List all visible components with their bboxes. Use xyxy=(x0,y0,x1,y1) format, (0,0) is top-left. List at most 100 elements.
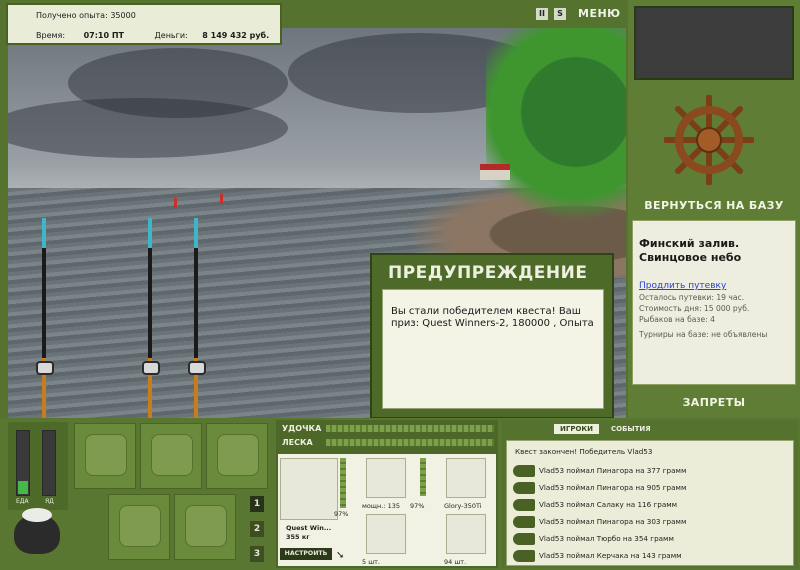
trees xyxy=(486,28,626,238)
lure-name: Glory-350Ti xyxy=(444,502,482,510)
bait-icon[interactable] xyxy=(446,514,486,554)
tackle-panel: УДОЧКА ЛЕСКА 97% Quest Win... 355 кг НАС… xyxy=(276,420,498,568)
warning-title: ПРЕДУПРЕЖДЕНИЕ xyxy=(388,263,588,283)
time-money-row: Время: 07:10 ПТ Деньги: 8 149 432 руб. xyxy=(36,31,269,40)
buoy xyxy=(220,194,223,204)
hotbar-2[interactable]: 2 xyxy=(250,521,264,537)
fish-icon xyxy=(513,465,535,477)
log-line: Квест закончен! Победитель Vlad53 xyxy=(515,447,653,456)
food-level xyxy=(18,481,28,494)
log-line: Vlad53 поймал Пинагора на 377 грамм xyxy=(539,466,687,475)
rod-strength-bar xyxy=(326,425,494,432)
rod-label: УДОЧКА xyxy=(282,424,322,433)
bag-icon xyxy=(151,434,193,476)
experience-value: 35000 xyxy=(110,11,136,20)
lure-icon[interactable] xyxy=(446,458,486,498)
time-label: Время: xyxy=(36,31,66,40)
poison-label: ЯД xyxy=(45,498,54,505)
bait-count: 94 шт. xyxy=(444,558,467,566)
poison-gauge xyxy=(42,430,56,496)
slot-bag[interactable] xyxy=(140,423,202,489)
cloud xyxy=(8,98,288,158)
log-line: Vlad53 поймал Керчака на 143 грамм xyxy=(539,551,682,560)
buoy xyxy=(174,198,177,208)
fish-icon xyxy=(513,550,535,562)
slot-food-basket[interactable] xyxy=(108,494,170,560)
hook-count: 5 шт. xyxy=(362,558,381,566)
hook-icon[interactable] xyxy=(366,514,406,554)
extend-permit-link[interactable]: Продлить путевку xyxy=(639,281,789,291)
fish-icon xyxy=(513,516,535,528)
line-label: ЛЕСКА xyxy=(282,438,313,447)
money-value: 8 149 432 руб. xyxy=(202,31,270,40)
hotbar-3[interactable]: 3 xyxy=(250,546,264,562)
reel-icon xyxy=(36,361,54,375)
setup-button[interactable]: НАСТРОИТЬ xyxy=(280,548,332,560)
rod-percent: 97% xyxy=(334,510,349,518)
food-label: ЕДА xyxy=(16,498,29,505)
fishing-rod-3[interactable] xyxy=(194,218,198,418)
log-line: Vlad53 поймал Тюрбо на 354 грамм xyxy=(539,534,674,543)
fish-icon xyxy=(513,533,535,545)
top-buttons: II S МЕНЮ xyxy=(536,7,621,20)
menu-button[interactable]: МЕНЮ xyxy=(578,7,621,20)
fishing-rod-1[interactable] xyxy=(42,218,46,418)
bans-button[interactable]: ЗАПРЕТЫ xyxy=(638,396,790,409)
tools-icon xyxy=(217,434,259,476)
rod-condition-bar xyxy=(340,458,346,508)
warning-message: Вы стали победителем квеста! Ваш приз: Q… xyxy=(382,289,604,409)
log-tabs: ИГРОКИ СОБЫТИЯ xyxy=(554,424,657,434)
log-line: Vlad53 поймал Пинагора на 303 грамм xyxy=(539,517,687,526)
day-cost: Стоимость дня: 15 000 руб. xyxy=(639,304,750,313)
arrow-icon[interactable]: ➘ xyxy=(336,550,344,561)
sound-button[interactable]: S xyxy=(554,7,566,20)
time-value: 07:10 ПТ xyxy=(83,31,124,40)
experience-label: Получено опыта: xyxy=(36,11,108,20)
rod-icon[interactable] xyxy=(280,458,338,520)
ship-wheel-icon[interactable] xyxy=(664,95,754,185)
house xyxy=(480,164,510,180)
location-info: Финский залив. Свинцовое небо Продлить п… xyxy=(632,220,796,385)
slot-bucket[interactable] xyxy=(174,494,236,560)
money-label: Деньги: xyxy=(154,31,188,40)
experience-row: Получено опыта: 35000 xyxy=(36,11,136,20)
reel-condition-bar xyxy=(420,458,426,496)
ad-placeholder xyxy=(634,6,794,80)
game-root: Получено опыта: 35000 Время: 07:10 ПТ Де… xyxy=(0,0,800,570)
backpack-icon xyxy=(85,434,127,476)
basket-icon xyxy=(119,505,161,547)
fish-icon xyxy=(513,499,535,511)
reel-icon xyxy=(142,361,160,375)
tournaments: Турниры на базе: не объявлены xyxy=(639,330,768,339)
reel-percent: 97% xyxy=(410,502,425,510)
slot-backpack[interactable] xyxy=(74,423,136,489)
location-title: Финский залив. xyxy=(639,237,740,250)
warning-dialog[interactable]: ПРЕДУПРЕЖДЕНИЕ Вы стали победителем квес… xyxy=(370,253,614,419)
tab-players[interactable]: ИГРОКИ xyxy=(554,424,599,434)
fish-icon xyxy=(513,482,535,494)
location-weather: Свинцовое небо xyxy=(639,251,742,264)
permit-remaining: Осталось путевки: 19 час. xyxy=(639,293,745,302)
food-gauge xyxy=(16,430,30,496)
cooking-pot-icon[interactable] xyxy=(14,508,60,554)
rod-name: Quest Win... xyxy=(286,524,332,532)
return-to-base-button[interactable]: ВЕРНУТЬСЯ НА БАЗУ xyxy=(638,199,790,212)
rod-weight: 355 кг xyxy=(286,533,310,541)
log-body: Квест закончен! Победитель Vlad53 Vlad53… xyxy=(506,440,794,566)
fishers-on-base: Рыбаков на базе: 4 xyxy=(639,315,715,324)
reel-item-icon[interactable] xyxy=(366,458,406,498)
reel-power: мощн.: 135 xyxy=(362,502,400,510)
pause-button[interactable]: II xyxy=(536,7,548,20)
fishing-rod-2[interactable] xyxy=(148,218,152,418)
event-log: ИГРОКИ СОБЫТИЯ Квест закончен! Победител… xyxy=(502,420,798,568)
tab-events[interactable]: СОБЫТИЯ xyxy=(605,424,657,434)
tackle-items: 97% Quest Win... 355 кг НАСТРОИТЬ ➘ мощн… xyxy=(278,454,496,566)
line-strength-bar xyxy=(326,439,494,446)
log-line: Vlad53 поймал Салаку на 116 грамм xyxy=(539,500,678,509)
log-line: Vlad53 поймал Пинагора на 905 грамм xyxy=(539,483,687,492)
slot-tools[interactable] xyxy=(206,423,268,489)
player-info-panel: Получено опыта: 35000 Время: 07:10 ПТ Де… xyxy=(6,3,282,45)
status-gauges: ЕДА ЯД xyxy=(8,422,68,510)
hotbar-1[interactable]: 1 xyxy=(250,496,264,512)
bucket-icon xyxy=(185,505,227,547)
